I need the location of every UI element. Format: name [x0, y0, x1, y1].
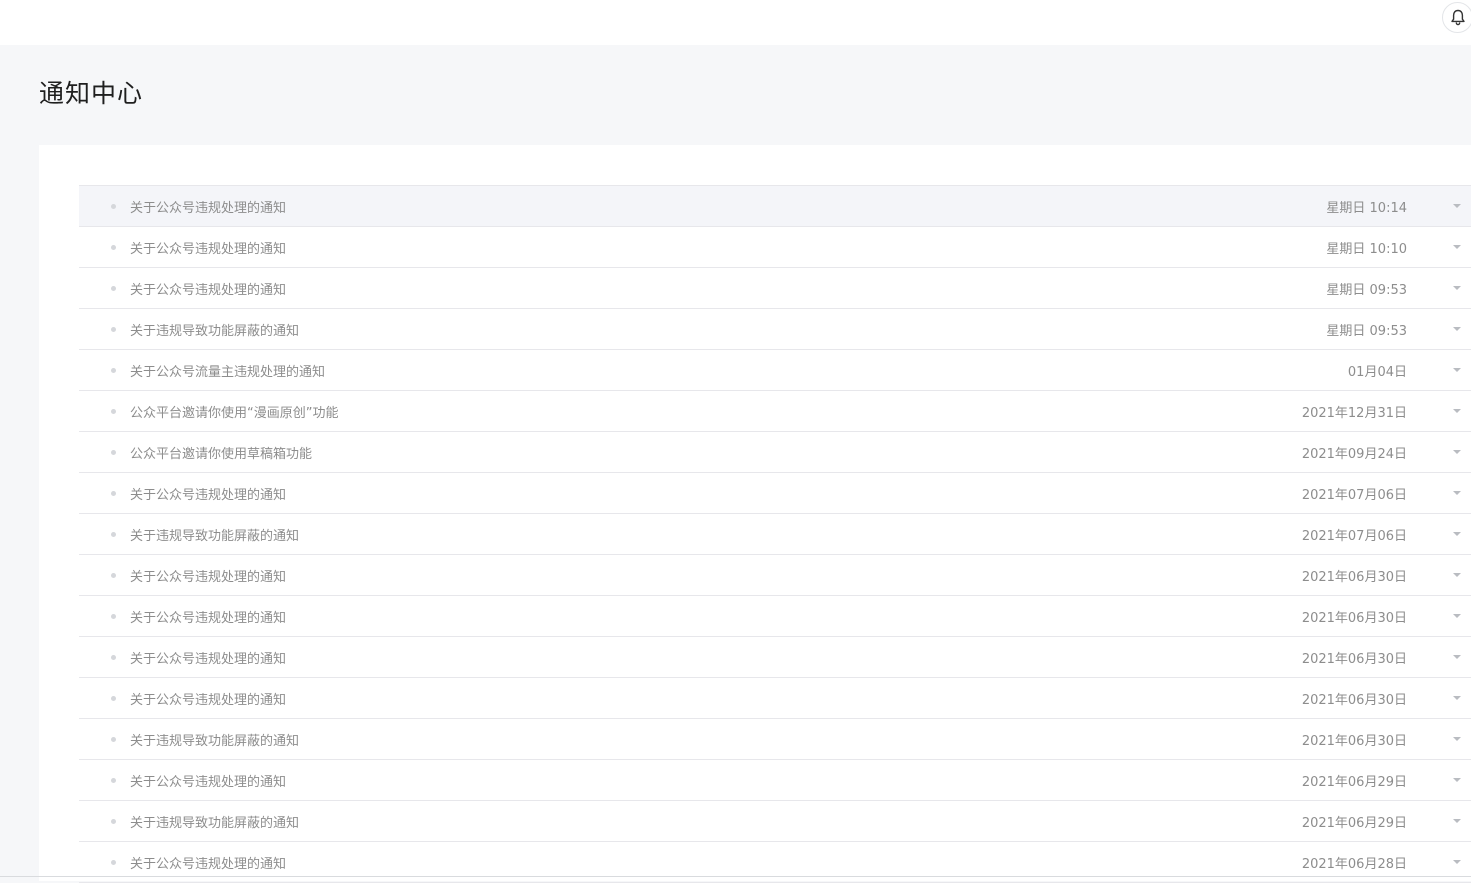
notification-row[interactable]: 关于违规导致功能屏蔽的通知 2021年07月06日	[79, 514, 1471, 555]
notification-title[interactable]: 关于公众号流量主违规处理的通知	[130, 361, 325, 380]
unread-dot	[111, 450, 116, 455]
expand-caret-icon[interactable]	[1453, 696, 1461, 700]
notification-time: 2021年06月29日	[1301, 775, 1407, 790]
notification-time: 2021年06月29日	[1301, 816, 1407, 831]
expand-caret-icon[interactable]	[1453, 532, 1461, 536]
unread-dot	[111, 409, 116, 414]
notification-row[interactable]: 关于违规导致功能屏蔽的通知 2021年06月30日	[79, 719, 1471, 760]
notification-row[interactable]: 关于公众号违规处理的通知 星期日 09:53	[79, 268, 1471, 309]
expand-caret-icon[interactable]	[1453, 286, 1461, 290]
unread-dot	[111, 778, 116, 783]
unread-dot	[111, 737, 116, 742]
unread-dot	[111, 614, 116, 619]
notification-title[interactable]: 公众平台邀请你使用“漫画原创”功能	[130, 402, 338, 421]
notification-row[interactable]: 关于公众号违规处理的通知 星期日 10:10	[79, 227, 1471, 268]
notification-row[interactable]: 公众平台邀请你使用草稿箱功能 2021年09月24日	[79, 432, 1471, 473]
notification-time: 2021年09月24日	[1301, 447, 1407, 462]
unread-dot	[111, 655, 116, 660]
expand-caret-icon[interactable]	[1453, 245, 1461, 249]
notification-title[interactable]: 关于公众号违规处理的通知	[130, 566, 286, 585]
notification-time: 2021年06月30日	[1301, 734, 1407, 749]
expand-caret-icon[interactable]	[1453, 204, 1461, 208]
expand-caret-icon[interactable]	[1453, 450, 1461, 454]
notification-row[interactable]: 关于公众号违规处理的通知 2021年07月06日	[79, 473, 1471, 514]
notification-panel: 关于公众号违规处理的通知 星期日 10:14 关于公众号违规处理的通知 星期日 10:…	[39, 145, 1471, 883]
expand-caret-icon[interactable]	[1453, 819, 1461, 823]
unread-dot	[111, 696, 116, 701]
notification-list: 关于公众号违规处理的通知 星期日 10:14 关于公众号违规处理的通知 星期日 10:…	[79, 185, 1471, 883]
expand-caret-icon[interactable]	[1453, 573, 1461, 577]
notification-title[interactable]: 关于公众号违规处理的通知	[130, 279, 286, 298]
expand-caret-icon[interactable]	[1453, 409, 1461, 413]
unread-dot	[111, 532, 116, 537]
notification-row[interactable]: 关于公众号违规处理的通知 2021年06月30日	[79, 637, 1471, 678]
notification-time: 星期日 10:10	[1326, 242, 1407, 257]
unread-dot	[111, 327, 116, 332]
expand-caret-icon[interactable]	[1453, 368, 1461, 372]
notification-time: 2021年06月30日	[1301, 693, 1407, 708]
bell-icon[interactable]	[1442, 2, 1471, 33]
notification-title[interactable]: 关于违规导致功能屏蔽的通知	[130, 525, 299, 544]
notification-time: 星期日 09:53	[1326, 283, 1407, 298]
notification-time: 星期日 09:53	[1326, 324, 1407, 339]
notification-title[interactable]: 关于公众号违规处理的通知	[130, 607, 286, 626]
unread-dot	[111, 368, 116, 373]
top-bar	[0, 0, 1471, 45]
notification-row[interactable]: 公众平台邀请你使用“漫画原创”功能 2021年12月31日	[79, 391, 1471, 432]
notification-row[interactable]: 关于公众号违规处理的通知 2021年06月29日	[79, 760, 1471, 801]
expand-caret-icon[interactable]	[1453, 737, 1461, 741]
notification-time: 2021年07月06日	[1301, 529, 1407, 544]
notification-title[interactable]: 关于公众号违规处理的通知	[130, 853, 286, 872]
unread-dot	[111, 573, 116, 578]
notification-row[interactable]: 关于公众号违规处理的通知 星期日 10:14	[79, 186, 1471, 227]
notification-time: 01月04日	[1347, 365, 1407, 380]
notification-time: 2021年07月06日	[1301, 488, 1407, 503]
divider	[0, 876, 1471, 877]
expand-caret-icon[interactable]	[1453, 860, 1461, 864]
notification-title[interactable]: 关于公众号违规处理的通知	[130, 689, 286, 708]
notification-title[interactable]: 关于违规导致功能屏蔽的通知	[130, 320, 299, 339]
notification-title[interactable]: 关于违规导致功能屏蔽的通知	[130, 812, 299, 831]
unread-dot	[111, 286, 116, 291]
unread-dot	[111, 819, 116, 824]
notification-row[interactable]: 关于公众号违规处理的通知 2021年06月30日	[79, 555, 1471, 596]
expand-caret-icon[interactable]	[1453, 655, 1461, 659]
unread-dot	[111, 245, 116, 250]
page-title: 通知中心	[39, 79, 144, 108]
notification-title[interactable]: 关于公众号违规处理的通知	[130, 238, 286, 257]
notification-title[interactable]: 关于公众号违规处理的通知	[130, 771, 286, 790]
notification-time: 2021年06月30日	[1301, 570, 1407, 585]
expand-caret-icon[interactable]	[1453, 327, 1461, 331]
notification-time: 2021年06月28日	[1301, 857, 1407, 872]
notification-title[interactable]: 关于公众号违规处理的通知	[130, 648, 286, 667]
notification-title[interactable]: 关于违规导致功能屏蔽的通知	[130, 730, 299, 749]
notification-row[interactable]: 关于公众号违规处理的通知 2021年06月30日	[79, 596, 1471, 637]
unread-dot	[111, 491, 116, 496]
expand-caret-icon[interactable]	[1453, 778, 1461, 782]
notification-title[interactable]: 关于公众号违规处理的通知	[130, 484, 286, 503]
notification-row[interactable]: 关于违规导致功能屏蔽的通知 星期日 09:53	[79, 309, 1471, 350]
notification-time: 2021年12月31日	[1301, 406, 1407, 421]
notification-row[interactable]: 关于公众号流量主违规处理的通知 01月04日	[79, 350, 1471, 391]
expand-caret-icon[interactable]	[1453, 614, 1461, 618]
notification-time: 星期日 10:14	[1326, 201, 1407, 216]
expand-caret-icon[interactable]	[1453, 491, 1461, 495]
notification-row[interactable]: 关于公众号违规处理的通知 2021年06月30日	[79, 678, 1471, 719]
notification-title[interactable]: 关于公众号违规处理的通知	[130, 197, 286, 216]
notification-title[interactable]: 公众平台邀请你使用草稿箱功能	[130, 443, 312, 462]
unread-dot	[111, 860, 116, 865]
notification-time: 2021年06月30日	[1301, 652, 1407, 667]
notification-time: 2021年06月30日	[1301, 611, 1407, 626]
notification-row[interactable]: 关于违规导致功能屏蔽的通知 2021年06月29日	[79, 801, 1471, 842]
unread-dot	[111, 204, 116, 209]
